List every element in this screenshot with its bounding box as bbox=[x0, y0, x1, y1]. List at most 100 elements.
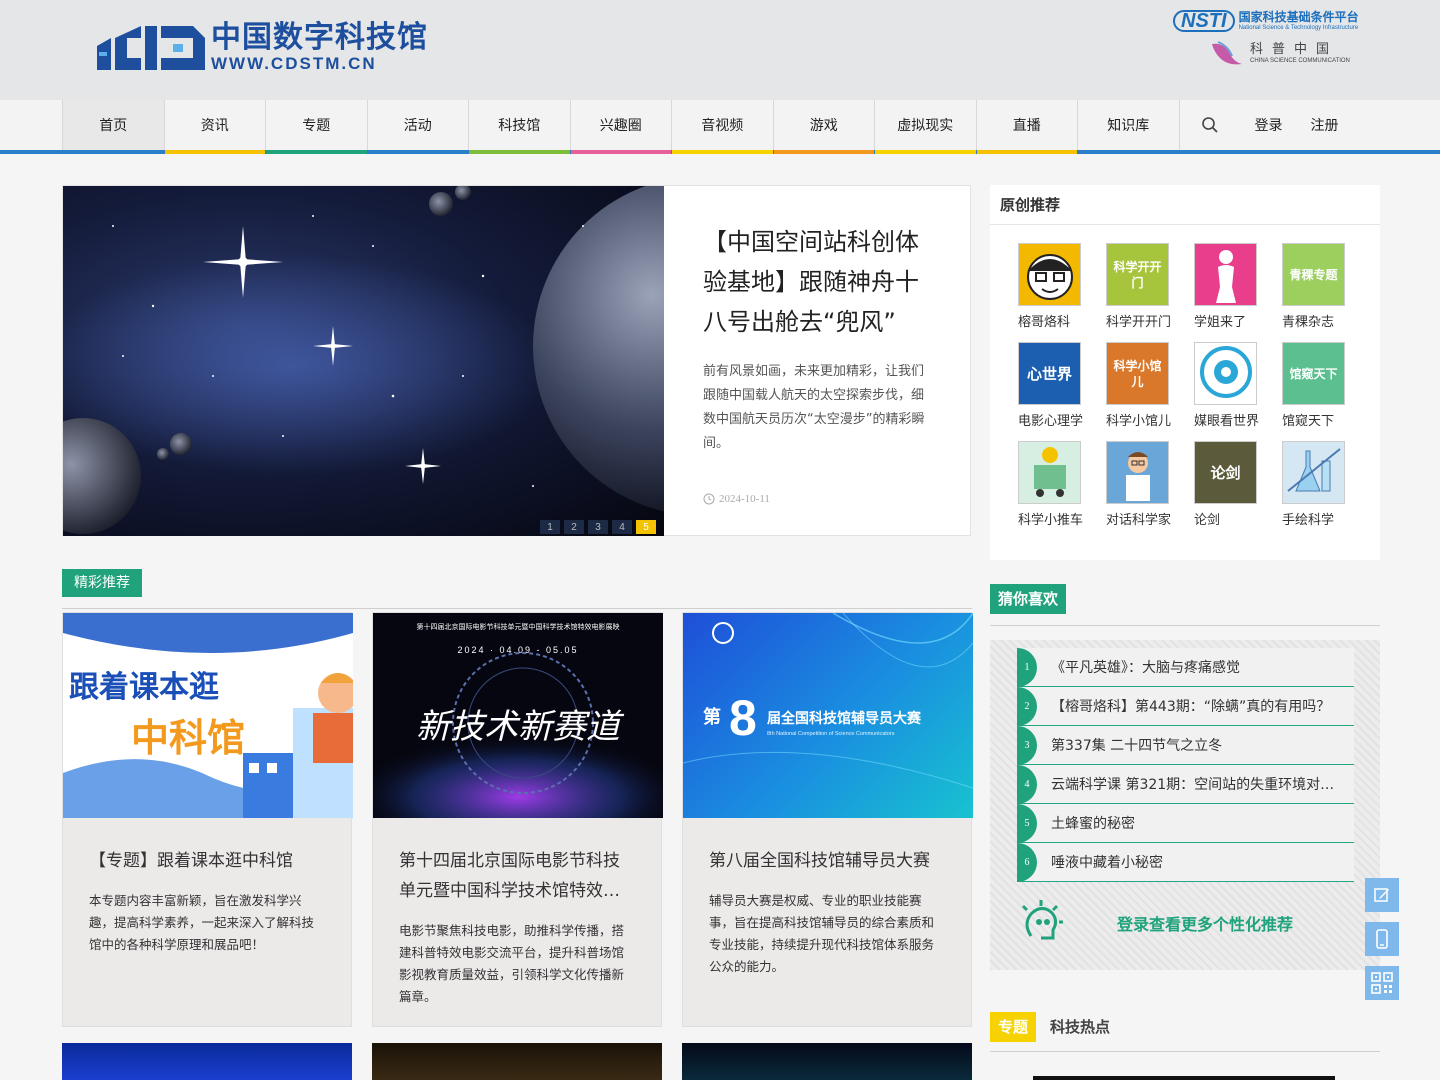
original-item[interactable]: 青稞专题 青稞杂志 bbox=[1282, 243, 1370, 330]
guess-item[interactable]: 4 云端科学课 第321期：空间站的失重环境对航天员的影响 bbox=[1017, 764, 1354, 804]
hero-title[interactable]: 【中国空间站科创体验基地】跟随神舟十八号出舱去“兜风” bbox=[703, 222, 933, 342]
nav-item[interactable]: 音视频 bbox=[671, 100, 773, 154]
nav-item-label: 直播 bbox=[1012, 118, 1041, 134]
card-image-text-1: 第 bbox=[703, 706, 721, 728]
nav-item-underline bbox=[773, 150, 874, 154]
nav-item[interactable]: 直播 bbox=[975, 100, 1077, 154]
original-item-thumb bbox=[1194, 243, 1257, 306]
card-description: 本专题内容丰富新颖，旨在激发科学兴趣，提高科学素养，一起来深入了解科技馆中的各种… bbox=[89, 893, 315, 952]
nav-item[interactable]: 知识库 bbox=[1077, 100, 1179, 154]
original-item[interactable]: 心世界 电影心理学 bbox=[1018, 342, 1106, 429]
csc-title: 科普中国 bbox=[1250, 41, 1339, 57]
card-image-text-4: 8th National Competition of Science Comm… bbox=[767, 731, 895, 737]
original-item[interactable]: 科学小馆儿 科学小馆儿 bbox=[1106, 342, 1194, 429]
guess-item[interactable]: 2 【榕哥烙科】第443期：“除螨”真的有用吗？ bbox=[1017, 686, 1354, 726]
lab-icon bbox=[1284, 442, 1344, 503]
slider-dot[interactable]: 2 bbox=[564, 520, 584, 534]
search-icon bbox=[1202, 117, 1218, 133]
nsti-subtitle: National Science & Technology Infrastruc… bbox=[1238, 24, 1359, 31]
main-nav: 首页 资讯 专题 活动 科技馆 兴趣圈 音视频 游戏 虚拟现实 直播 知识库 登录 注册 bbox=[0, 100, 1440, 154]
nav-item[interactable]: 科技馆 bbox=[468, 100, 570, 154]
original-item-thumb-text: 科学开开门 bbox=[1113, 259, 1162, 290]
featured-card-partial[interactable] bbox=[682, 1043, 972, 1080]
card-image-text-2: 2024 · 04.09 - 05.05 bbox=[457, 645, 578, 655]
original-item-thumb-text: 科学小馆儿 bbox=[1113, 358, 1162, 389]
qrcode-button[interactable] bbox=[1365, 966, 1399, 1000]
original-recommend-grid: 榕哥烙科 科学开开门 科学开开门 学姐来了 青稞专题 青稞杂志 心世界 电影心理学 科学小馆儿科… bbox=[1018, 243, 1378, 528]
logo-title: 中国数字科技馆 bbox=[211, 20, 428, 55]
nav-item[interactable]: 虚拟现实 bbox=[874, 100, 976, 154]
guess-login-text: 登录查看更多个性化推荐 bbox=[1117, 915, 1294, 934]
original-item[interactable]: 论剑 论剑 bbox=[1194, 441, 1282, 528]
original-item-thumb bbox=[1018, 441, 1081, 504]
original-item[interactable]: 对话科学家 bbox=[1106, 441, 1194, 528]
guess-item-title: 《平凡英雄》：大脑与疼痛感觉 bbox=[1051, 660, 1240, 676]
original-item-thumb: 青稞专题 bbox=[1282, 243, 1345, 306]
original-item-label: 榕哥烙科 bbox=[1018, 315, 1071, 330]
guess-panel: 1 《平凡英雄》：大脑与疼痛感觉 2 【榕哥烙科】第443期：“除螨”真的有用吗？ 3 第… bbox=[990, 640, 1380, 970]
card-image-text-3: 新技术新赛道 bbox=[416, 707, 625, 747]
csc-partner-link[interactable]: 科普中国 CHINA SCIENCE COMMUNICATION bbox=[1210, 38, 1360, 68]
card-image-text-1: 第十四届北京国际电影节科技单元暨中国科学技术馆特效电影展映 bbox=[417, 622, 620, 631]
mobile-icon bbox=[1376, 929, 1388, 949]
nsti-logo: NSTI bbox=[1173, 10, 1235, 32]
card-image-text-3: 届全国科技馆辅导员大赛 bbox=[767, 710, 922, 727]
featured-card[interactable]: 第 8 届全国科技馆辅导员大赛 8th National Competition… bbox=[682, 612, 973, 1027]
guess-item[interactable]: 6 唾液中藏着小秘密 bbox=[1017, 842, 1354, 882]
nsti-partner-link[interactable]: NSTI 国家科技基础条件平台 National Science & Techn… bbox=[1173, 8, 1383, 34]
topics-tag[interactable]: 专题 bbox=[990, 1012, 1037, 1042]
guess-login-prompt[interactable]: 登录查看更多个性化推荐 bbox=[1017, 888, 1354, 958]
top-header: 中国数字科技馆 WWW.CDSTM.CN NSTI 国家科技基础条件平台 Nat… bbox=[0, 0, 1440, 100]
search-button[interactable] bbox=[1178, 100, 1241, 150]
original-item[interactable]: 科学小推车 bbox=[1018, 441, 1106, 528]
register-link[interactable]: 注册 bbox=[1297, 100, 1353, 150]
nav-item[interactable]: 活动 bbox=[366, 100, 468, 154]
slider-dot[interactable]: 5 bbox=[636, 520, 656, 534]
original-item[interactable]: 科学开开门 科学开开门 bbox=[1106, 243, 1194, 330]
hero-date: 2024-10-11 bbox=[703, 493, 770, 505]
nav-item-underline bbox=[367, 150, 468, 154]
original-item-thumb-text: 馆窥天下 bbox=[1289, 366, 1338, 381]
card-title[interactable]: 第十四届北京国际电影节科技单元暨中国科学技术馆特效电影展映 bbox=[399, 846, 635, 906]
nav-item[interactable]: 游戏 bbox=[772, 100, 874, 154]
feedback-button[interactable] bbox=[1365, 878, 1399, 912]
original-item-label: 论剑 bbox=[1194, 513, 1221, 528]
featured-card-partial[interactable] bbox=[372, 1043, 662, 1080]
featured-card-partial[interactable] bbox=[62, 1043, 352, 1080]
nsti-title: 国家科技基础条件平台 bbox=[1238, 9, 1359, 24]
card-title[interactable]: 【专题】跟着课本逛中科馆 bbox=[89, 846, 325, 876]
original-item[interactable]: 榕哥烙科 bbox=[1018, 243, 1106, 330]
card-description: 电影节聚焦科技电影，助推科学传播，搭建科普特效电影交流平台，提升科普场馆影视教育… bbox=[399, 923, 625, 1004]
guess-item[interactable]: 1 《平凡英雄》：大脑与疼痛感觉 bbox=[1017, 647, 1354, 687]
slider-dot[interactable]: 1 bbox=[540, 520, 560, 534]
main-nav-items: 首页 资讯 专题 活动 科技馆 兴趣圈 音视频 游戏 虚拟现实 直播 知识库 登录 注册 bbox=[62, 100, 1353, 154]
original-item-label: 青稞杂志 bbox=[1282, 315, 1335, 330]
mobile-button[interactable] bbox=[1365, 922, 1399, 956]
site-logo[interactable]: 中国数字科技馆 WWW.CDSTM.CN bbox=[97, 22, 428, 74]
original-item[interactable]: 手绘科学 bbox=[1282, 441, 1370, 528]
nav-item[interactable]: 首页 bbox=[62, 100, 164, 154]
topics-subtitle[interactable]: 科技热点 bbox=[1050, 1012, 1110, 1042]
hero-slider: 12345 【中国空间站科创体验基地】跟随神舟十八号出舱去“兜风” 前有风景如画… bbox=[62, 185, 971, 536]
featured-card[interactable]: 跟着课本逛 中科馆 【专题】跟着课本逛中科馆 本专题内容丰富新颖，旨在激发科学兴… bbox=[62, 612, 353, 1027]
login-link[interactable]: 登录 bbox=[1241, 100, 1297, 150]
original-item-thumb-text: 心世界 bbox=[1026, 364, 1072, 383]
slider-dot[interactable]: 3 bbox=[588, 520, 608, 534]
original-item[interactable]: 馆窥天下 馆窥天下 bbox=[1282, 342, 1370, 429]
nav-item[interactable]: 兴趣圈 bbox=[569, 100, 671, 154]
clock-icon bbox=[703, 493, 715, 505]
card-title[interactable]: 第八届全国科技馆辅导员大赛 bbox=[709, 846, 945, 876]
original-item[interactable]: 学姐来了 bbox=[1194, 243, 1282, 330]
original-item[interactable]: 媒眼看世界 bbox=[1194, 342, 1282, 429]
film-festival-banner-image: 第十四届北京国际电影节科技单元暨中国科学技术馆特效电影展映 2024 · 04.… bbox=[373, 622, 663, 818]
nav-item[interactable]: 资讯 bbox=[163, 100, 265, 154]
topics-image-partial[interactable] bbox=[1033, 1076, 1335, 1080]
slider-dot[interactable]: 4 bbox=[612, 520, 632, 534]
nav-item-label: 音视频 bbox=[701, 118, 744, 134]
nav-item[interactable]: 专题 bbox=[265, 100, 367, 154]
guess-item[interactable]: 5 土蜂蜜的秘密 bbox=[1017, 803, 1354, 843]
guess-item[interactable]: 3 第337集 二十四节气之立冬 bbox=[1017, 725, 1354, 765]
hero-slide-image[interactable]: 12345 bbox=[63, 186, 664, 536]
original-item-thumb: 馆窥天下 bbox=[1282, 342, 1345, 405]
featured-card[interactable]: 第十四届北京国际电影节科技单元暨中国科学技术馆特效电影展映 2024 · 04.… bbox=[372, 612, 663, 1027]
